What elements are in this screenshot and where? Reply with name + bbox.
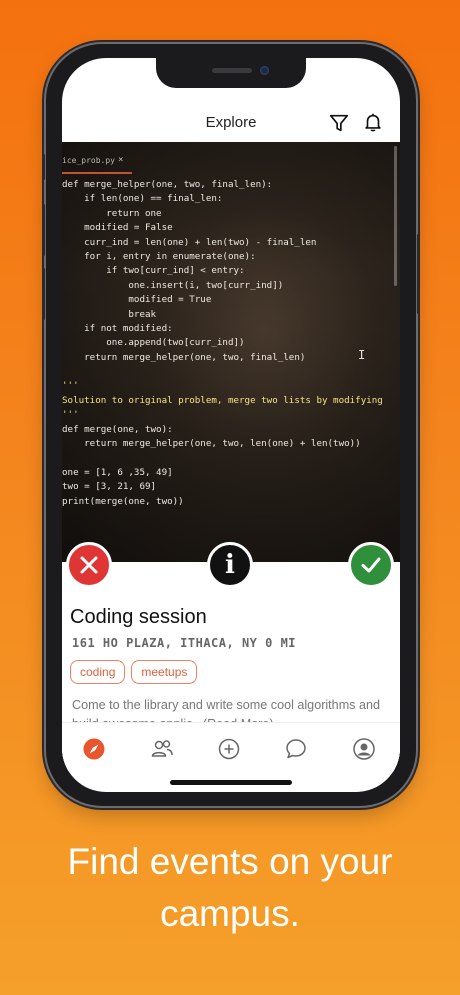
app-screen: Explore ice_prob.py × def merge_helper(o… — [62, 58, 400, 792]
friends-icon[interactable] — [150, 737, 174, 761]
profile-icon[interactable] — [352, 737, 376, 761]
accept-button[interactable] — [348, 542, 394, 588]
code-line: one = [1, 6 ,35, 49] — [62, 466, 173, 478]
home-indicator — [170, 780, 292, 785]
code-line: ''' — [62, 409, 79, 421]
code-line: curr_ind = len(one) + len(two) - final_l… — [62, 236, 317, 248]
code-line: one.append(two[curr_ind]) — [62, 337, 245, 349]
code-line: print(merge(one, two)) — [62, 495, 184, 507]
editor-tab-name: ice_prob.py — [62, 156, 115, 165]
tag-chip[interactable]: meetups — [131, 660, 198, 684]
front-camera — [260, 66, 269, 75]
check-icon — [361, 557, 381, 573]
reject-button[interactable] — [66, 542, 112, 588]
tag-chip[interactable]: coding — [70, 660, 126, 684]
code-line: return one — [62, 207, 162, 219]
code-line: def merge_helper(one, two, final_len): — [62, 179, 273, 190]
x-icon — [80, 556, 98, 574]
code-line: modified = True — [62, 294, 212, 306]
volume-up-button — [42, 204, 45, 256]
filter-icon[interactable] — [328, 112, 350, 134]
event-location: 161 HO PLAZA, ITHACA, NY 0 MI — [72, 636, 297, 650]
bottom-nav — [62, 722, 400, 772]
notch — [156, 58, 306, 88]
code-line: def merge(one, two): — [62, 423, 173, 435]
marketing-caption: Find events on your campus. — [0, 836, 460, 940]
event-tags: coding meetups — [70, 660, 198, 684]
speaker — [212, 68, 252, 73]
power-button — [417, 234, 420, 314]
event-title: Coding session — [70, 606, 207, 628]
top-bar: Explore — [62, 102, 400, 142]
mute-switch — [42, 154, 45, 180]
code-line: two = [3, 21, 69] — [62, 481, 157, 493]
code-line: for i, entry in enumerate(one): — [62, 250, 256, 262]
volume-down-button — [42, 268, 45, 320]
phone-frame: Explore ice_prob.py × def merge_helper(o… — [42, 44, 420, 806]
compass-icon[interactable] — [82, 737, 106, 761]
text-cursor: I — [358, 348, 366, 362]
code-line: return merge_helper(one, two, final_len) — [62, 351, 306, 363]
code-line: ''' — [62, 380, 79, 392]
info-icon: i — [225, 550, 235, 580]
code-line: one.insert(i, two[curr_ind]) — [62, 279, 284, 291]
code-line: modified = False — [62, 222, 173, 234]
editor-tab-underline — [62, 172, 132, 174]
code-line: if not modified: — [62, 322, 173, 334]
editor-scrollbar — [394, 146, 397, 286]
add-icon[interactable] — [217, 737, 241, 761]
editor-tab-close: × — [118, 155, 124, 165]
code-block: def merge_helper(one, two, final_len): i… — [62, 178, 400, 509]
event-photo: ice_prob.py × def merge_helper(one, two,… — [62, 142, 400, 562]
bell-icon[interactable] — [362, 111, 384, 133]
code-line: break — [62, 308, 157, 320]
code-line: if len(one) == final_len: — [62, 193, 223, 205]
caption-line-2: campus. — [160, 893, 300, 934]
chat-icon[interactable] — [284, 737, 308, 761]
info-button[interactable]: i — [207, 542, 253, 588]
code-line: return merge_helper(one, two, len(one) +… — [62, 438, 361, 450]
caption-line-1: Find events on your — [67, 841, 393, 882]
code-line: Solution to original problem, merge two … — [62, 394, 383, 406]
code-line: if two[curr_ind] < entry: — [62, 265, 245, 277]
